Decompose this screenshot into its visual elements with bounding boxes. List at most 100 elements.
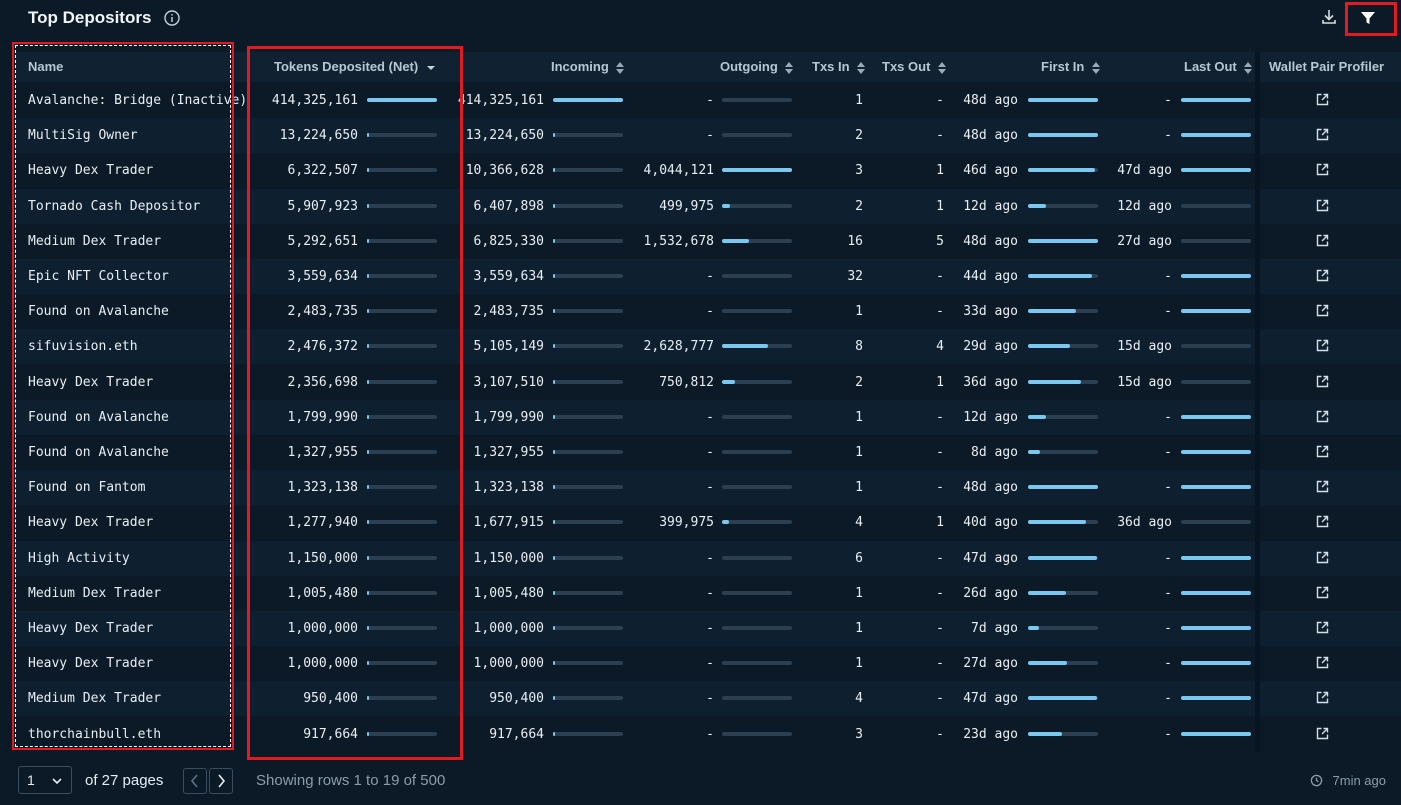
- incoming-bar: [553, 344, 555, 348]
- first-in-bar: [1028, 309, 1076, 313]
- col-header-txs-out[interactable]: Txs Out: [882, 52, 947, 82]
- last-out-bar: [1181, 591, 1251, 595]
- external-link-icon[interactable]: [1316, 621, 1329, 634]
- external-link-icon[interactable]: [1316, 128, 1329, 141]
- col-header-last-out-label: Last Out: [1184, 59, 1237, 74]
- col-header-txs-in[interactable]: Txs In: [812, 52, 866, 82]
- first-in-bar: [1028, 450, 1040, 454]
- col-header-txs-in-label: Txs In: [812, 59, 850, 74]
- last-out-cell: -: [1164, 445, 1172, 460]
- incoming-bar: [553, 168, 555, 172]
- external-link-icon[interactable]: [1316, 410, 1329, 423]
- pagination-footer: 1 of 27 pages Showing rows 1 to 19 of 50…: [0, 760, 1401, 805]
- txs-in-cell: 4: [855, 515, 863, 530]
- last-out-cell: -: [1164, 128, 1172, 143]
- col-header-first-in[interactable]: First In: [1041, 52, 1101, 82]
- external-link-icon[interactable]: [1316, 480, 1329, 493]
- external-link-icon[interactable]: [1316, 234, 1329, 247]
- col-header-profiler: Wallet Pair Profiler: [1269, 52, 1384, 82]
- last-out-cell: -: [1164, 727, 1172, 742]
- sort-icon[interactable]: [784, 61, 794, 75]
- col-header-incoming[interactable]: Incoming: [551, 52, 625, 82]
- first-in-cell: 12d ago: [963, 199, 1018, 214]
- page-select[interactable]: 1: [18, 766, 72, 794]
- incoming-bar: [553, 732, 555, 736]
- last-out-bar: [1181, 415, 1251, 419]
- last-out-cell: 15d ago: [1117, 339, 1172, 354]
- outgoing-cell: 499,975: [659, 199, 714, 214]
- first-in-cell: 48d ago: [963, 480, 1018, 495]
- first-in-cell: 47d ago: [963, 551, 1018, 566]
- txs-in-cell: 3: [855, 163, 863, 178]
- outgoing-cell: -: [706, 410, 714, 425]
- download-icon[interactable]: [1320, 8, 1338, 26]
- sort-icon[interactable]: [937, 61, 947, 75]
- clock-icon: [1310, 774, 1323, 787]
- external-link-icon[interactable]: [1316, 163, 1329, 176]
- last-out-bar-track: [1181, 168, 1251, 172]
- incoming-bar: [553, 309, 555, 313]
- last-out-bar-track: [1181, 732, 1251, 736]
- col-header-first-in-label: First In: [1041, 59, 1085, 74]
- next-page-button[interactable]: [209, 768, 233, 794]
- sort-icon[interactable]: [856, 61, 866, 75]
- external-link-icon[interactable]: [1316, 339, 1329, 352]
- outgoing-cell: -: [706, 691, 714, 706]
- last-out-bar-track: [1181, 450, 1251, 454]
- last-out-cell: 12d ago: [1117, 199, 1172, 214]
- txs-in-cell: 1: [855, 93, 863, 108]
- last-out-bar: [1181, 696, 1251, 700]
- outgoing-bar: [722, 204, 731, 208]
- external-link-icon[interactable]: [1316, 375, 1329, 388]
- external-link-icon[interactable]: [1316, 93, 1329, 106]
- col-header-last-out[interactable]: Last Out: [1184, 52, 1253, 82]
- outgoing-cell: -: [706, 93, 714, 108]
- name-column-highlight-box: [12, 42, 234, 750]
- last-out-bar: [1181, 133, 1251, 137]
- chevron-right-icon: [218, 774, 226, 788]
- prev-page-button[interactable]: [183, 768, 207, 794]
- sort-icon[interactable]: [1243, 61, 1253, 75]
- incoming-bar: [553, 661, 555, 665]
- last-out-cell: -: [1164, 93, 1172, 108]
- last-out-bar-track: [1181, 661, 1251, 665]
- outgoing-bar: [722, 239, 749, 243]
- info-icon[interactable]: [164, 10, 180, 26]
- last-out-bar: [1181, 309, 1251, 313]
- outgoing-cell: -: [706, 269, 714, 284]
- external-link-icon[interactable]: [1316, 656, 1329, 669]
- last-out-bar-track: [1181, 696, 1251, 700]
- first-in-bar: [1028, 591, 1066, 595]
- outgoing-cell: 2,628,777: [643, 339, 714, 354]
- last-out-cell: -: [1164, 691, 1172, 706]
- external-link-icon[interactable]: [1316, 269, 1329, 282]
- external-link-icon[interactable]: [1316, 304, 1329, 317]
- last-out-bar-track: [1181, 344, 1251, 348]
- txs-in-cell: 1: [855, 304, 863, 319]
- first-in-cell: 33d ago: [963, 304, 1018, 319]
- first-in-cell: 48d ago: [963, 234, 1018, 249]
- first-in-cell: 29d ago: [963, 339, 1018, 354]
- first-in-cell: 36d ago: [963, 375, 1018, 390]
- external-link-icon[interactable]: [1316, 727, 1329, 740]
- last-out-bar: [1181, 661, 1251, 665]
- outgoing-bar: [722, 344, 768, 348]
- external-link-icon[interactable]: [1316, 515, 1329, 528]
- external-link-icon[interactable]: [1316, 691, 1329, 704]
- external-link-icon[interactable]: [1316, 586, 1329, 599]
- last-out-cell: -: [1164, 304, 1172, 319]
- first-in-bar: [1028, 344, 1070, 348]
- showing-rows-text: Showing rows 1 to 19 of 500: [256, 772, 446, 789]
- external-link-icon[interactable]: [1316, 445, 1329, 458]
- external-link-icon[interactable]: [1316, 551, 1329, 564]
- last-out-cell: -: [1164, 410, 1172, 425]
- col-header-outgoing[interactable]: Outgoing: [720, 52, 794, 82]
- external-link-icon[interactable]: [1316, 199, 1329, 212]
- last-out-cell: -: [1164, 480, 1172, 495]
- last-out-bar: [1181, 732, 1251, 736]
- filter-icon[interactable]: [1359, 9, 1377, 27]
- sort-icon[interactable]: [615, 61, 625, 75]
- sort-icon[interactable]: [1091, 61, 1101, 75]
- last-out-cell: 47d ago: [1117, 163, 1172, 178]
- first-in-cell: 27d ago: [963, 656, 1018, 671]
